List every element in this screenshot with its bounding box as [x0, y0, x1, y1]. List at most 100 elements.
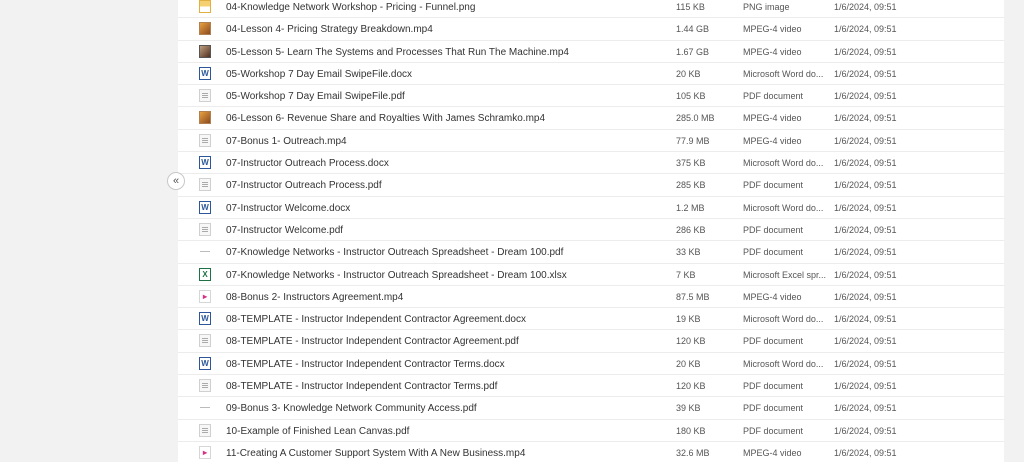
video-icon — [199, 133, 211, 147]
file-row[interactable]: 08-TEMPLATE - Instructor Independent Con… — [178, 330, 1004, 353]
file-row[interactable]: X 07-Knowledge Networks - Instructor Outr… — [178, 264, 1004, 286]
file-row[interactable]: 09-Bonus 3- Knowledge Network Community … — [178, 397, 1004, 420]
file-name[interactable]: 04-Knowledge Network Workshop - Pricing … — [226, 2, 475, 13]
file-row[interactable]: 07-Bonus 1- Outreach.mp4 77.9 MB MPEG-4 vi… — [178, 130, 1004, 153]
file-type: MPEG-4 video — [743, 447, 802, 458]
file-name[interactable]: 07-Bonus 1- Outreach.mp4 — [226, 136, 347, 147]
video-thumbnail-icon — [199, 44, 211, 58]
video-thumbnail-icon — [199, 22, 211, 36]
collapse-sidebar-button[interactable]: « — [167, 172, 185, 190]
file-row[interactable]: 05-Workshop 7 Day Email SwipeFile.pdf 105… — [178, 85, 1004, 108]
file-name[interactable]: 07-Instructor Outreach Process.docx — [226, 158, 389, 169]
file-modified-date: 1/6/2024, 09:51 — [834, 2, 897, 12]
pdf-icon — [199, 89, 211, 103]
word-doc-icon: W — [199, 312, 211, 326]
file-type: MPEG-4 video — [743, 24, 802, 35]
pdf-icon — [199, 401, 211, 414]
file-modified-date: 1/6/2024, 09:51 — [834, 180, 897, 191]
file-type: Microsoft Word do... — [743, 68, 824, 79]
file-size: 285 KB — [676, 180, 706, 191]
file-size: 120 KB — [676, 381, 706, 392]
file-row[interactable]: 04-Knowledge Network Workshop - Pricing … — [178, 0, 1004, 19]
file-modified-date: 1/6/2024, 09:51 — [834, 91, 897, 102]
file-size: 286 KB — [676, 224, 706, 235]
file-type: PNG image — [743, 2, 790, 12]
file-row[interactable]: W 07-Instructor Welcome.docx 1.2 MB Microso… — [178, 197, 1004, 219]
png-icon — [199, 0, 211, 13]
file-row[interactable]: 06-Lesson 6- Revenue Share and Royalties… — [178, 107, 1004, 130]
video-icon: ▸ — [199, 445, 211, 459]
file-type: PDF document — [743, 91, 804, 102]
file-type: PDF document — [743, 425, 804, 436]
file-type: Microsoft Word do... — [743, 158, 824, 169]
file-name[interactable]: 07-Knowledge Networks - Instructor Outre… — [226, 247, 563, 258]
pdf-icon — [199, 379, 211, 393]
file-modified-date: 1/6/2024, 09:51 — [834, 46, 897, 57]
file-name[interactable]: 08-TEMPLATE - Instructor Independent Con… — [226, 314, 526, 325]
left-gutter — [0, 0, 178, 462]
file-name[interactable]: 07-Instructor Welcome.pdf — [226, 225, 343, 236]
file-size: 77.9 MB — [676, 135, 710, 146]
file-name[interactable]: 05-Workshop 7 Day Email SwipeFile.docx — [226, 69, 412, 80]
file-size: 375 KB — [676, 158, 706, 169]
file-name[interactable]: 05-Workshop 7 Day Email SwipeFile.pdf — [226, 91, 405, 102]
file-size: 1.44 GB — [676, 24, 710, 35]
file-row[interactable]: 04-Lesson 4- Pricing Strategy Breakdown.… — [178, 18, 1004, 41]
file-size: 1.67 GB — [676, 46, 710, 57]
file-modified-date: 1/6/2024, 09:51 — [834, 24, 897, 35]
file-modified-date: 1/6/2024, 09:51 — [834, 425, 897, 436]
file-type: PDF document — [743, 336, 804, 347]
file-size: 39 KB — [676, 403, 701, 414]
word-doc-icon: W — [199, 156, 211, 170]
file-modified-date: 1/6/2024, 09:51 — [834, 358, 897, 369]
file-name[interactable]: 05-Lesson 5- Learn The Systems and Proce… — [226, 47, 569, 58]
file-row[interactable]: W 08-TEMPLATE - Instructor Independent Co… — [178, 308, 1004, 331]
file-row[interactable]: 08-TEMPLATE - Instructor Independent Con… — [178, 375, 1004, 398]
file-name[interactable]: 08-TEMPLATE - Instructor Independent Con… — [226, 336, 519, 347]
file-modified-date: 1/6/2024, 09:51 — [834, 158, 897, 169]
file-name[interactable]: 07-Knowledge Networks - Instructor Outre… — [226, 270, 567, 281]
file-size: 105 KB — [676, 91, 706, 102]
pdf-icon — [199, 245, 211, 258]
file-modified-date: 1/6/2024, 09:51 — [834, 291, 897, 302]
file-modified-date: 1/6/2024, 09:51 — [834, 135, 897, 146]
pdf-icon — [199, 178, 211, 192]
file-name[interactable]: 07-Instructor Outreach Process.pdf — [226, 180, 382, 191]
file-row[interactable]: 10-Example of Finished Lean Canvas.pdf 18… — [178, 420, 1004, 442]
double-chevron-left-icon: « — [172, 174, 180, 187]
file-list-panel: 04-Knowledge Network Workshop - Pricing … — [178, 0, 1004, 462]
file-modified-date: 1/6/2024, 09:51 — [834, 68, 897, 79]
file-row[interactable]: 07-Instructor Welcome.pdf 286 KB PDF docum… — [178, 219, 1004, 242]
file-modified-date: 1/6/2024, 09:51 — [834, 269, 897, 280]
file-type: MPEG-4 video — [743, 46, 802, 57]
file-name[interactable]: 08-TEMPLATE - Instructor Independent Con… — [226, 359, 505, 370]
file-list: 04-Knowledge Network Workshop - Pricing … — [178, 0, 1004, 462]
file-modified-date: 1/6/2024, 09:51 — [834, 113, 897, 124]
file-row[interactable]: ▸ 08-Bonus 2- Instructors Agreement.mp4 87… — [178, 286, 1004, 309]
file-modified-date: 1/6/2024, 09:51 — [834, 381, 897, 392]
file-row[interactable]: 07-Knowledge Networks - Instructor Outre… — [178, 241, 1004, 264]
word-doc-icon: W — [199, 66, 211, 80]
file-size: 115 KB — [676, 2, 705, 12]
file-name[interactable]: 09-Bonus 3- Knowledge Network Community … — [226, 403, 477, 414]
file-name[interactable]: 11-Creating A Customer Support System Wi… — [226, 448, 525, 459]
file-row[interactable]: W 05-Workshop 7 Day Email SwipeFile.docx 2… — [178, 63, 1004, 86]
file-type: MPEG-4 video — [743, 291, 802, 302]
file-modified-date: 1/6/2024, 09:51 — [834, 247, 897, 258]
file-row[interactable]: ▸ 11-Creating A Customer Support System W… — [178, 442, 1004, 462]
file-type: Microsoft Word do... — [743, 358, 824, 369]
file-type: Microsoft Word do... — [743, 314, 824, 325]
file-name[interactable]: 04-Lesson 4- Pricing Strategy Breakdown.… — [226, 24, 433, 35]
file-name[interactable]: 07-Instructor Welcome.docx — [226, 203, 350, 214]
file-row[interactable]: 05-Lesson 5- Learn The Systems and Proce… — [178, 41, 1004, 63]
file-row[interactable]: W 08-TEMPLATE - Instructor Independent Co… — [178, 353, 1004, 376]
file-name[interactable]: 06-Lesson 6- Revenue Share and Royalties… — [226, 113, 545, 124]
file-name[interactable]: 10-Example of Finished Lean Canvas.pdf — [226, 426, 409, 437]
file-row[interactable]: 07-Instructor Outreach Process.pdf 285 KB… — [178, 174, 1004, 197]
file-name[interactable]: 08-Bonus 2- Instructors Agreement.mp4 — [226, 292, 403, 303]
file-size: 32.6 MB — [676, 447, 710, 458]
file-size: 33 KB — [676, 247, 701, 258]
file-row[interactable]: W 07-Instructor Outreach Process.docx 375 … — [178, 152, 1004, 175]
file-type: Microsoft Word do... — [743, 202, 824, 213]
file-name[interactable]: 08-TEMPLATE - Instructor Independent Con… — [226, 381, 497, 392]
